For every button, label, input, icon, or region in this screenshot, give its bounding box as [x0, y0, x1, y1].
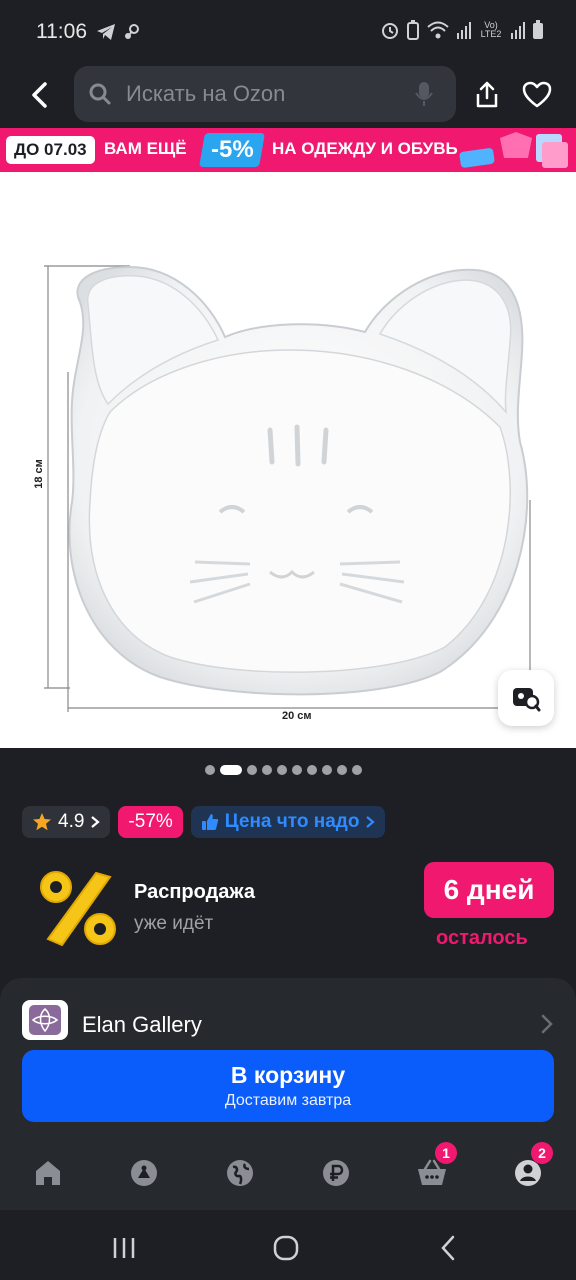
home-circle-icon [273, 1235, 299, 1261]
add-to-cart-button[interactable]: В корзину Доставим завтра [22, 1050, 554, 1122]
search-icon [89, 83, 111, 105]
home-button[interactable] [266, 1230, 306, 1266]
share-icon [476, 81, 498, 108]
days-left-caption: осталось [436, 927, 528, 949]
carousel-dot[interactable] [321, 765, 332, 775]
days-left-value: 6 дней [443, 874, 535, 905]
system-back-button[interactable] [428, 1230, 468, 1266]
ruble-icon [323, 1160, 349, 1186]
signal-2-icon [511, 22, 525, 39]
product-badges: 4.9 -57% Цена что надо [22, 806, 386, 838]
percent-icon [40, 871, 116, 947]
sale-banner[interactable]: Распродажа уже идёт 6 дней осталось [0, 845, 576, 967]
seller-name[interactable]: Elan Gallery [82, 1012, 202, 1038]
search-input[interactable]: Искать на Ozon [74, 66, 456, 122]
add-to-cart-label: В корзину [230, 1062, 346, 1088]
sale-subtitle: уже идёт [134, 913, 214, 934]
wifi-icon [427, 21, 449, 39]
seller-logo-icon [29, 1005, 61, 1035]
carousel-dot[interactable] [276, 765, 287, 775]
clothes-illustration-icon [459, 132, 568, 168]
visual-search-button[interactable] [498, 670, 554, 726]
status-bar: 11:06 Vo) LTE2 [0, 0, 576, 66]
chevron-right-icon [366, 816, 376, 828]
seller-logo [22, 1000, 68, 1040]
discount-badge: -57% [118, 806, 183, 838]
promo-discount: -5% [210, 136, 254, 163]
carousel-dot[interactable] [291, 765, 302, 775]
favorite-button[interactable] [518, 78, 556, 112]
carousel-dot-active[interactable] [219, 765, 242, 775]
tab-fresh[interactable] [215, 1148, 265, 1198]
status-time: 11:06 [36, 20, 87, 43]
system-navigation-bar [0, 1210, 576, 1280]
rating-badge[interactable]: 4.9 [22, 806, 111, 838]
globe-icon [227, 1160, 253, 1186]
catalog-icon [131, 1160, 157, 1186]
signal-icon [457, 22, 471, 39]
chevron-right-icon [91, 816, 101, 828]
promo-discount-badge: -5% [199, 133, 265, 167]
battery-icon [533, 20, 543, 39]
star-icon [33, 813, 51, 831]
share-button[interactable] [470, 78, 504, 112]
telegram-icon [97, 24, 115, 40]
product-image[interactable]: 18 см 20 см [0, 172, 576, 748]
profile-count-badge: 2 [531, 1142, 553, 1164]
image-search-icon [513, 688, 541, 712]
carousel-indicator [0, 765, 576, 775]
back-button[interactable] [22, 78, 56, 112]
carousel-dot[interactable] [336, 765, 347, 775]
thumbs-up-icon [201, 814, 218, 830]
heart-icon [522, 81, 552, 108]
good-price-label: Цена что надо [224, 811, 360, 832]
search-placeholder: Искать на Ozon [126, 81, 286, 106]
sale-title: Распродажа [134, 881, 255, 903]
carousel-dot[interactable] [351, 765, 362, 775]
delivery-label: Доставим завтра [224, 1092, 352, 1109]
days-left-box: 6 дней [424, 862, 554, 918]
network-label: Vo) LTE2 [480, 20, 502, 39]
good-price-badge[interactable]: Цена что надо [190, 806, 386, 838]
tab-ozon-bank[interactable] [311, 1148, 361, 1198]
tab-home[interactable] [23, 1148, 73, 1198]
height-dimension-label: 18 см [32, 459, 45, 489]
recent-apps-icon [113, 1238, 135, 1258]
battery-saver-icon [407, 20, 419, 40]
microphone-icon[interactable] [414, 80, 434, 108]
discount-value: -57% [128, 811, 173, 832]
carousel-dot[interactable] [204, 765, 215, 775]
steam-icon [125, 24, 139, 39]
cart-count-badge: 1 [435, 1142, 457, 1164]
rating-value: 4.9 [58, 811, 85, 832]
promo-text: ВАМ ЕЩЁ [104, 139, 187, 158]
cat-plate-image [44, 265, 531, 712]
promo-banner[interactable]: ДО 07.03 ВАМ ЕЩЁ -5% НА ОДЕЖДУ И ОБУВЬ [0, 128, 576, 172]
chevron-right-icon[interactable] [540, 1014, 554, 1034]
carousel-dot[interactable] [246, 765, 257, 775]
recent-apps-button[interactable] [104, 1230, 144, 1266]
system-back-icon [441, 1235, 455, 1261]
width-dimension-label: 20 см [282, 710, 312, 722]
home-icon [36, 1161, 60, 1185]
back-arrow-icon [32, 82, 47, 108]
alarm-icon [382, 23, 398, 39]
bottom-tab-bar: 1 2 [0, 1142, 576, 1200]
promo-date: ДО 07.03 [6, 136, 95, 164]
top-bar: Искать на Ozon [0, 66, 576, 128]
tab-profile[interactable]: 2 [503, 1142, 553, 1198]
carousel-dot[interactable] [261, 765, 272, 775]
tab-cart[interactable]: 1 [407, 1142, 457, 1198]
carousel-dot[interactable] [306, 765, 317, 775]
promo-text-2: НА ОДЕЖДУ И ОБУВЬ [272, 139, 458, 158]
tab-catalog[interactable] [119, 1148, 169, 1198]
